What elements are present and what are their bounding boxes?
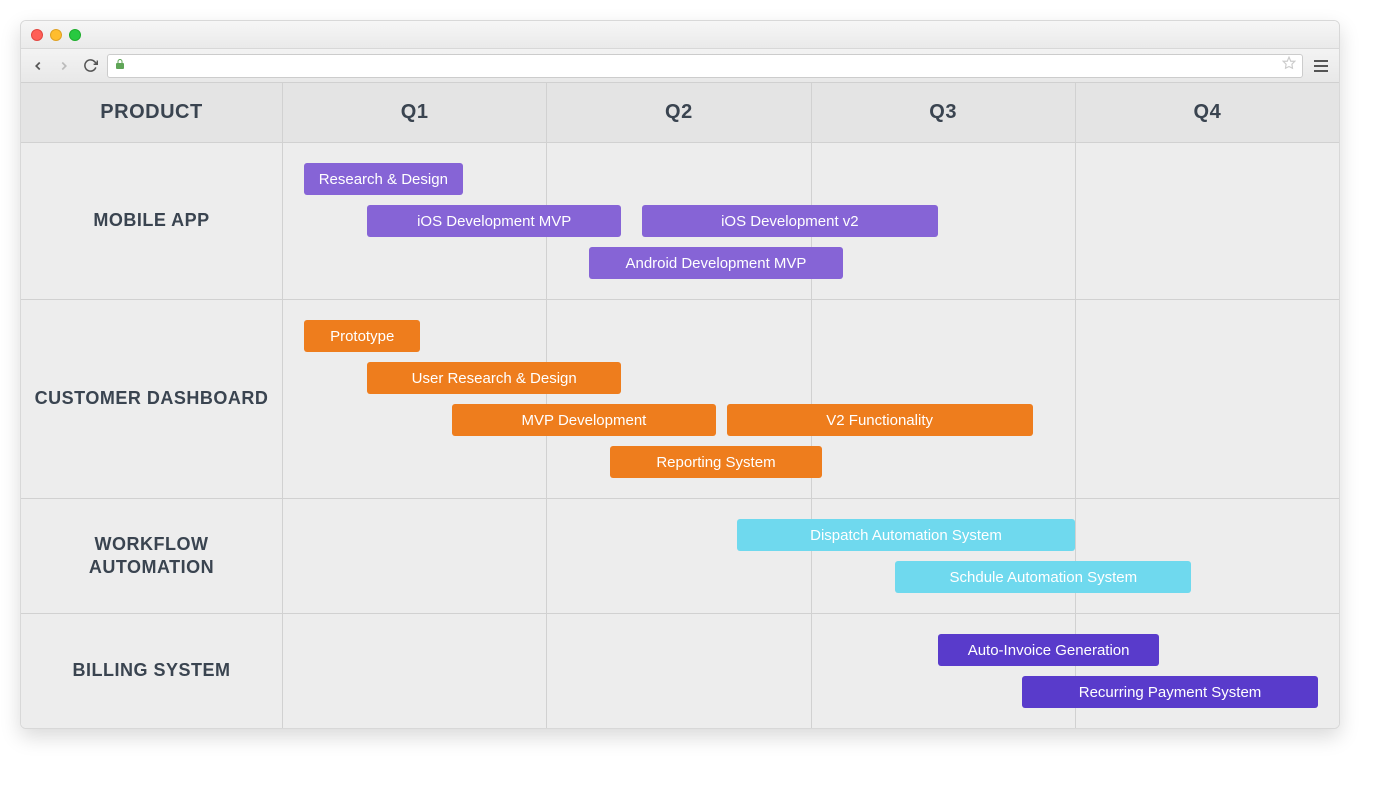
header-q4: Q4 <box>1076 83 1339 142</box>
timeline-area: Auto-Invoice Generation Recurring Payment… <box>283 614 1339 728</box>
gantt-bar[interactable]: Research & Design <box>304 163 462 195</box>
roadmap-table: PRODUCT Q1 Q2 Q3 Q4 MOBILE APPResearch &… <box>21 83 1339 728</box>
forward-button[interactable] <box>55 57 73 75</box>
header-q1: Q1 <box>283 83 547 142</box>
gantt-bar[interactable]: Android Development MVP <box>589 247 842 279</box>
timeline-area: Dispatch Automation System Schdule Automa… <box>283 499 1339 613</box>
gantt-bar[interactable]: Recurring Payment System <box>1022 676 1318 708</box>
gantt-bar[interactable]: V2 Functionality <box>727 404 1033 436</box>
gantt-bar[interactable]: Prototype <box>304 320 420 352</box>
lock-icon <box>114 57 126 75</box>
timeline-area: Prototype User Research & Design MVP Devel… <box>283 300 1339 498</box>
reload-button[interactable] <box>81 57 99 75</box>
browser-toolbar <box>21 49 1339 83</box>
gantt-bar[interactable]: Schdule Automation System <box>895 561 1191 593</box>
header-q3: Q3 <box>812 83 1076 142</box>
window-titlebar <box>21 21 1339 49</box>
gantt-bar[interactable]: iOS Development MVP <box>367 205 620 237</box>
roadmap-row: CUSTOMER DASHBOARD Prototype User Research… <box>21 300 1339 499</box>
gantt-bar[interactable]: MVP Development <box>452 404 716 436</box>
hamburger-menu-button[interactable] <box>1311 56 1331 76</box>
window-close-icon[interactable] <box>31 29 43 41</box>
window-maximize-icon[interactable] <box>69 29 81 41</box>
window-minimize-icon[interactable] <box>50 29 62 41</box>
header-product: PRODUCT <box>21 83 283 142</box>
header-row: PRODUCT Q1 Q2 Q3 Q4 <box>21 83 1339 143</box>
gantt-bar[interactable]: User Research & Design <box>367 362 620 394</box>
header-q2: Q2 <box>547 83 811 142</box>
gantt-bar[interactable]: Auto-Invoice Generation <box>938 634 1160 666</box>
row-label: WORKFLOW AUTOMATION <box>21 499 283 613</box>
row-label: MOBILE APP <box>21 143 283 299</box>
row-label: BILLING SYSTEM <box>21 614 283 728</box>
gantt-bar[interactable]: Reporting System <box>610 446 821 478</box>
roadmap-row: WORKFLOW AUTOMATIONDispatch Automation S… <box>21 499 1339 614</box>
timeline-area: Research & Design iOS Development MVP iOS … <box>283 143 1339 299</box>
browser-window: PRODUCT Q1 Q2 Q3 Q4 MOBILE APPResearch &… <box>20 20 1340 729</box>
bookmark-star-icon[interactable] <box>1282 56 1296 75</box>
back-button[interactable] <box>29 57 47 75</box>
gantt-bar[interactable]: iOS Development v2 <box>642 205 938 237</box>
gantt-bar[interactable]: Dispatch Automation System <box>737 519 1075 551</box>
roadmap-row: BILLING SYSTEM Auto-Invoice Generation Rec… <box>21 614 1339 728</box>
roadmap-row: MOBILE APP Research & Design iOS Developme… <box>21 143 1339 300</box>
row-label: CUSTOMER DASHBOARD <box>21 300 283 498</box>
url-bar[interactable] <box>107 54 1303 78</box>
